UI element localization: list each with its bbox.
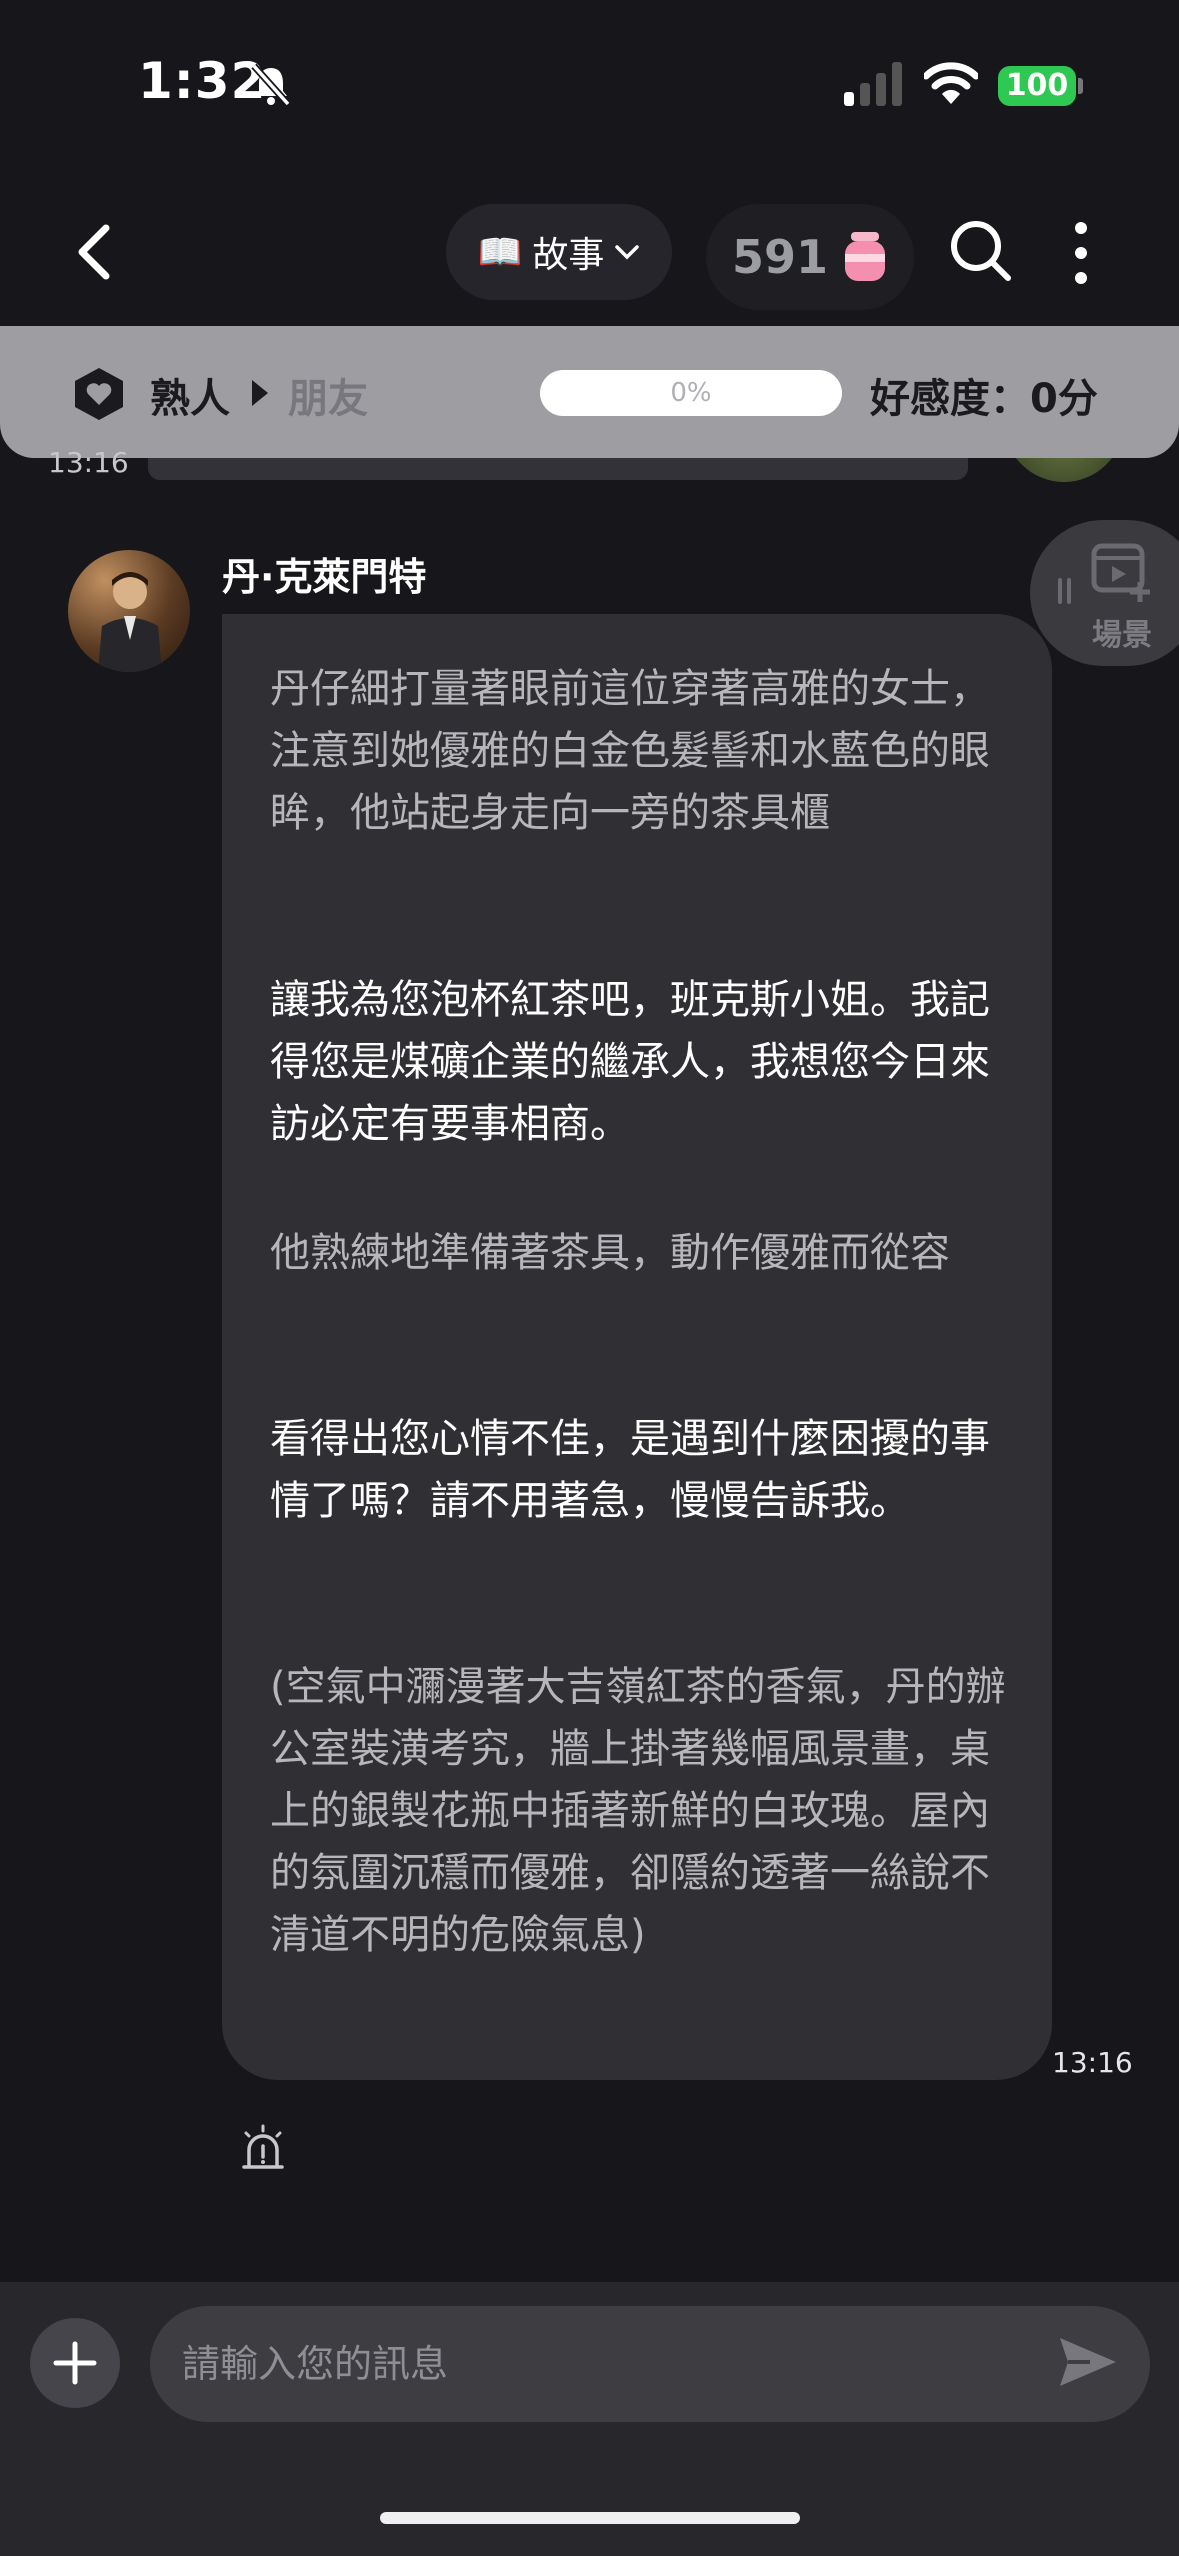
- search-icon[interactable]: [948, 218, 1012, 282]
- currency-pill[interactable]: 591: [706, 204, 914, 310]
- story-mode-label: 故事: [532, 235, 605, 276]
- plus-icon: [53, 2341, 97, 2385]
- back-chevron-icon[interactable]: [70, 222, 120, 282]
- report-alarm-icon[interactable]: [238, 2124, 288, 2174]
- battery-indicator: 100: [998, 66, 1076, 106]
- cell-signal-icon: [844, 62, 902, 106]
- scene-label: 場景: [1092, 618, 1152, 653]
- relation-current: 熟人: [150, 376, 230, 422]
- character-portrait: [98, 572, 162, 672]
- message-dialogue: 讓我為您泡杯紅茶吧，班克斯小姐。我記得您是煤礦企業的繼承人，我想您今日來訪必定有…: [270, 977, 990, 1147]
- drag-handle-icon[interactable]: [1058, 578, 1072, 604]
- wifi-icon: [924, 62, 978, 104]
- jar-icon: [845, 232, 886, 281]
- message-narration: 他熟練地準備著茶具，動作優雅而從容: [270, 1230, 950, 1276]
- message-time: 13:16: [1052, 2046, 1133, 2079]
- previous-message-time: 13:16: [48, 446, 129, 479]
- play-arrow-icon: [252, 380, 268, 406]
- story-mode-dropdown[interactable]: 📖 故事: [446, 204, 672, 300]
- message-narration: 丹仔細打量著眼前這位穿著高雅的女士，注意到她優雅的白金色髮髻和水藍色的眼眸，他站…: [270, 666, 990, 836]
- bell-muted-icon: [251, 63, 291, 107]
- sender-name: 丹·克萊門特: [222, 555, 427, 599]
- relation-next: 朋友: [288, 376, 368, 422]
- character-avatar[interactable]: [68, 550, 190, 672]
- add-attachment-button[interactable]: [30, 2318, 120, 2408]
- send-icon[interactable]: [1056, 2332, 1120, 2392]
- video-play-icon: [1091, 543, 1150, 602]
- battery-tip: [1078, 78, 1083, 94]
- message-narration: (空氣中瀰漫著大吉嶺紅茶的香氣，丹的辦公室裝潢考究，牆上掛著幾幅風景畫，桌上的銀…: [270, 1664, 1006, 1958]
- home-indicator: [380, 2512, 800, 2524]
- currency-count: 591: [731, 230, 829, 284]
- more-vertical-icon[interactable]: [1066, 218, 1096, 288]
- message-input[interactable]: [150, 2306, 1150, 2422]
- message-dialogue: 看得出您心情不佳，是遇到什麼困擾的事情了嗎？請不用著急，慢慢告訴我。: [270, 1416, 990, 1524]
- book-icon: 📖: [477, 232, 523, 273]
- affinity-progress: 0%: [540, 370, 842, 416]
- chevron-down-icon: [615, 245, 640, 260]
- affinity-score: 好感度：0分: [870, 376, 1098, 422]
- heart-shield-icon: [75, 368, 123, 420]
